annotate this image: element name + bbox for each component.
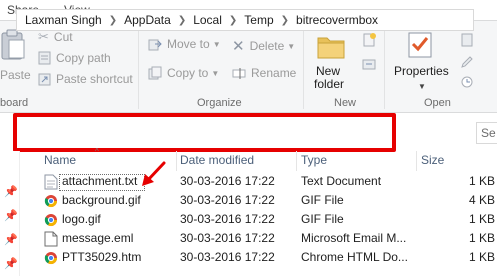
file-type: Text Document [301, 174, 382, 188]
rename-button[interactable]: Rename [232, 66, 296, 80]
copy-to-label: Copy to [167, 66, 209, 80]
email-file-icon [44, 231, 58, 247]
file-name[interactable]: logo.gif [62, 212, 101, 226]
file-size: 1 KB [469, 231, 496, 245]
move-to-button[interactable]: Move to ▼ [148, 37, 221, 51]
column-divider[interactable] [296, 151, 297, 171]
copy-path-icon [38, 51, 51, 65]
file-date: 30-03-2016 17:22 [180, 250, 275, 264]
column-header-size[interactable]: Size [421, 151, 444, 171]
column-divider[interactable] [176, 151, 177, 171]
open-group-label: Open [424, 97, 451, 109]
history-icon [461, 76, 473, 88]
move-to-icon [148, 39, 162, 51]
breadcrumb-chevron-icon[interactable]: ❯ [178, 15, 186, 26]
file-size: 1 KB [469, 250, 496, 264]
cut-button[interactable]: ✂ Cut [38, 29, 73, 45]
copy-path-button[interactable]: Copy path [38, 51, 111, 65]
clipboard-group-label: board [0, 97, 29, 109]
paste-shortcut-label: Paste shortcut [56, 72, 133, 86]
breadcrumb-local[interactable]: Local [193, 13, 222, 27]
file-type: GIF File [301, 193, 344, 207]
breadcrumb-chevron-icon[interactable]: ❯ [281, 15, 289, 26]
address-highlight-box [13, 113, 396, 152]
chrome-icon [44, 195, 57, 208]
file-row[interactable]: PTT35029.htm 30-03-2016 17:22 Chrome HTM… [0, 248, 497, 268]
scissors-icon: ✂ [38, 29, 49, 44]
chevron-down-icon: ▼ [212, 39, 221, 49]
new-item-icon [363, 33, 376, 47]
group-divider [303, 25, 304, 109]
edit-icon [461, 56, 473, 68]
copy-to-button[interactable]: Copy to ▼ [148, 66, 219, 80]
folder-icon [317, 37, 345, 59]
file-name[interactable]: background.gif [62, 193, 141, 207]
column-divider[interactable] [416, 151, 417, 171]
file-row[interactable]: background.gif 30-03-2016 17:22 GIF File… [0, 191, 497, 211]
delete-x-icon: ✕ [232, 38, 245, 55]
move-to-label: Move to [167, 37, 210, 51]
file-name[interactable]: PTT35029.htm [62, 250, 141, 264]
file-size: 4 KB [469, 193, 496, 207]
chrome-icon [44, 252, 57, 265]
file-size: 1 KB [469, 212, 496, 226]
column-header-name[interactable]: Name [44, 151, 76, 171]
breadcrumb-chevron-icon[interactable]: ❯ [109, 15, 117, 26]
column-header-date[interactable]: Date modified [180, 151, 254, 171]
file-date: 30-03-2016 17:22 [180, 212, 275, 226]
chevron-down-icon: ▼ [211, 68, 220, 78]
file-row[interactable]: message.eml 30-03-2016 17:22 Microsoft E… [0, 229, 497, 249]
new-folder-button[interactable]: New folder [312, 27, 354, 93]
file-date: 30-03-2016 17:22 [180, 231, 275, 245]
easy-access-icon [362, 59, 376, 70]
breadcrumb-chevron-icon[interactable]: ❯ [229, 15, 237, 26]
delete-label: Delete [249, 39, 285, 53]
chevron-down-icon: ▼ [287, 41, 296, 51]
properties-icon [408, 32, 432, 58]
file-type: Chrome HTML Do... [301, 250, 408, 264]
red-arrow-icon [142, 161, 166, 186]
file-date: 30-03-2016 17:22 [180, 174, 275, 188]
breadcrumb-bitrecovermbox[interactable]: bitrecovermbox [296, 13, 378, 27]
rename-icon [232, 68, 246, 79]
file-type: GIF File [301, 212, 344, 226]
file-type: Microsoft Email M... [301, 231, 407, 245]
paste-button[interactable]: Paste [0, 29, 31, 85]
paste-shortcut-icon [38, 73, 51, 86]
column-header-type[interactable]: Type [301, 151, 327, 171]
organize-group-label: Organize [197, 97, 242, 109]
clipboard-icon [1, 29, 25, 60]
focus-rectangle [59, 174, 145, 191]
file-size: 1 KB [469, 174, 496, 188]
new-group-label: New [334, 97, 357, 109]
group-divider [138, 25, 139, 109]
file-date: 30-03-2016 17:22 [180, 193, 275, 207]
text-file-icon [44, 174, 58, 190]
new-folder-label-line2: folder [314, 77, 345, 91]
open-icon [461, 33, 473, 47]
copy-to-icon [148, 66, 162, 80]
copy-path-label: Copy path [56, 51, 111, 65]
address-bar[interactable]: Laxman Singh ❯ AppData ❯ Local ❯ Temp ❯ … [16, 9, 474, 31]
properties-button[interactable]: Properties ▼ [392, 27, 452, 93]
chevron-down-icon: ▼ [418, 82, 426, 91]
delete-button[interactable]: ✕ Delete ▼ [232, 37, 295, 55]
paste-shortcut-button[interactable]: Paste shortcut [38, 72, 133, 86]
cut-label: Cut [53, 30, 73, 44]
file-name[interactable]: message.eml [62, 231, 133, 245]
breadcrumb-temp[interactable]: Temp [244, 13, 273, 27]
chrome-icon [44, 214, 57, 227]
rename-label: Rename [251, 66, 297, 80]
paste-label: Paste [0, 68, 31, 82]
file-row[interactable]: logo.gif 30-03-2016 17:22 GIF File 1 KB [0, 210, 497, 230]
ribbon: Paste ✂ Cut Copy path Paste shortcut boa… [0, 20, 497, 113]
breadcrumb-appdata[interactable]: AppData [124, 13, 171, 27]
group-divider [384, 25, 385, 109]
properties-label: Properties [394, 64, 449, 78]
sort-caret-icon: ^ [95, 147, 99, 156]
search-input[interactable]: Se [476, 122, 497, 144]
breadcrumb-laxman-singh[interactable]: Laxman Singh [25, 13, 102, 27]
